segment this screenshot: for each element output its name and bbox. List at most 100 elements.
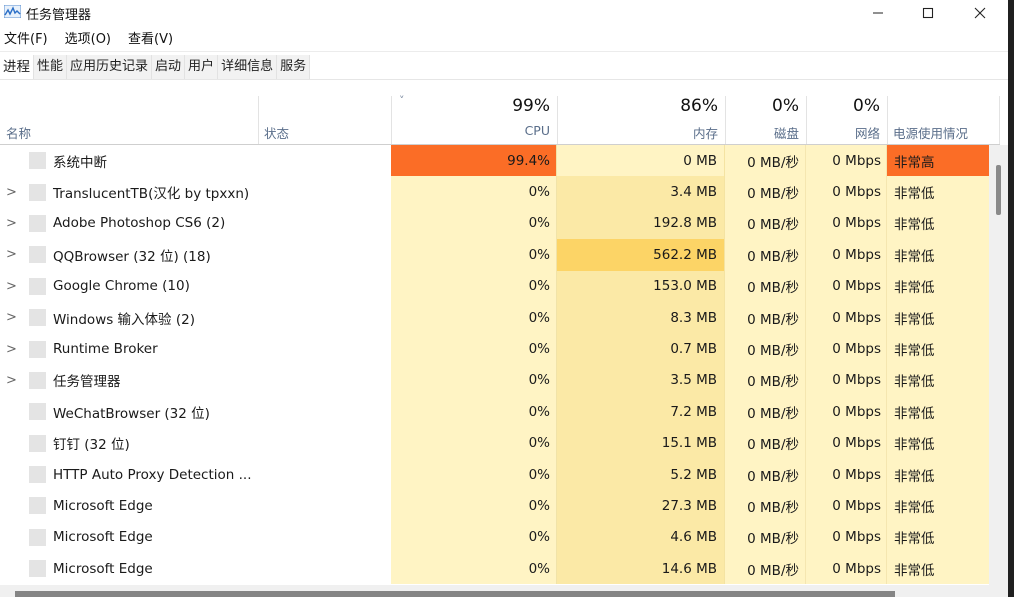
- column-divider[interactable]: [999, 96, 1000, 144]
- tab-app-history[interactable]: 应用历史记录: [67, 55, 153, 79]
- process-row[interactable]: > Google Chrome (10) 0% 153.0 MB 0 MB/秒 0 Mbp…: [0, 270, 989, 302]
- process-row[interactable]: Microsoft Edge 0% 14.6 MB 0 MB/秒 0 Mbps 非常低: [0, 553, 989, 585]
- process-row[interactable]: 系统中断 99.4% 0 MB 0 MB/秒 0 Mbps 非常高: [0, 145, 989, 177]
- process-name: 钉钉 (32 位): [53, 437, 130, 454]
- process-row[interactable]: > QQBrowser (32 位) (18) 0% 562.2 MB 0 MB/秒 0 …: [0, 239, 989, 271]
- process-status-cell: [258, 208, 391, 239]
- process-memory: 562.2 MB: [557, 239, 725, 271]
- process-network: 0 Mbps: [806, 270, 887, 302]
- process-icon: [29, 277, 46, 295]
- process-name-cell: Microsoft Edge: [0, 490, 258, 521]
- process-row[interactable]: > 任务管理器 0% 3.5 MB 0 MB/秒 0 Mbps 非常低: [0, 364, 989, 397]
- process-row[interactable]: > Adobe Photoshop CS6 (2) 0% 192.8 MB 0 MB/秒…: [0, 207, 989, 240]
- expand-chevron-icon[interactable]: >: [6, 247, 17, 262]
- process-row[interactable]: HTTP Auto Proxy Detection ... 0% 5.2 MB 0 M…: [0, 458, 989, 491]
- process-name-cell: > TranslucentTB(汉化 by tpxxn): [0, 176, 258, 207]
- process-cpu: 0%: [391, 458, 557, 491]
- process-row[interactable]: > Runtime Broker 0% 0.7 MB 0 MB/秒 0 Mbps 非常低: [0, 333, 989, 365]
- menu-view[interactable]: 查看(V): [124, 30, 177, 50]
- process-cpu: 0%: [391, 427, 557, 459]
- memory-total: 86%: [680, 96, 718, 116]
- expand-chevron-icon[interactable]: >: [6, 342, 17, 357]
- column-header-cpu[interactable]: ˅ 99% CPU: [391, 94, 557, 144]
- menu-file[interactable]: 文件(F): [0, 30, 52, 50]
- process-status-cell: [258, 145, 391, 176]
- process-row[interactable]: WeChatBrowser (32 位) 0% 7.2 MB 0 MB/秒 0 Mbps…: [0, 396, 989, 428]
- column-header-network[interactable]: 0% 网络: [806, 96, 887, 144]
- process-name: Google Chrome (10): [53, 278, 190, 295]
- close-button[interactable]: [955, 0, 1005, 26]
- vertical-scroll-thumb[interactable]: [996, 165, 1001, 215]
- process-status-cell: [258, 176, 391, 207]
- expand-chevron-icon[interactable]: >: [6, 373, 17, 388]
- horizontal-scroll-thumb[interactable]: [15, 591, 895, 597]
- process-memory: 8.3 MB: [557, 301, 725, 334]
- process-icon: [29, 246, 46, 264]
- column-header-memory[interactable]: 86% 内存: [557, 96, 725, 144]
- tab-processes[interactable]: 进程: [0, 55, 34, 79]
- column-header-name[interactable]: 名称: [0, 96, 258, 144]
- process-name: Windows 输入体验 (2): [53, 311, 195, 328]
- process-icon: [29, 403, 46, 421]
- tab-performance[interactable]: 性能: [34, 55, 68, 79]
- process-row[interactable]: > Windows 输入体验 (2) 0% 8.3 MB 0 MB/秒 0 Mbps 非常低: [0, 301, 989, 334]
- process-name-cell: > Adobe Photoshop CS6 (2): [0, 208, 258, 239]
- process-power: 非常低: [887, 364, 989, 397]
- task-manager-window: 任务管理器 文件(F) 选项(O) 查看(V) 进程 性能 应用历史记录 启动 …: [0, 0, 1008, 597]
- process-name-cell: 系统中断: [0, 145, 258, 176]
- process-power: 非常低: [887, 270, 989, 302]
- maximize-button[interactable]: [903, 0, 953, 26]
- expand-chevron-icon[interactable]: >: [6, 310, 17, 325]
- process-cpu: 0%: [391, 207, 557, 240]
- process-name: Microsoft Edge: [53, 497, 153, 514]
- process-disk: 0 MB/秒: [725, 176, 806, 208]
- window-title: 任务管理器: [26, 8, 92, 23]
- process-memory: 5.2 MB: [557, 458, 725, 491]
- process-list: 系统中断 99.4% 0 MB 0 MB/秒 0 Mbps 非常高 > Translucent…: [0, 145, 989, 585]
- process-name: QQBrowser (32 位) (18): [53, 248, 211, 265]
- process-memory: 15.1 MB: [557, 427, 725, 459]
- process-memory: 27.3 MB: [557, 490, 725, 522]
- process-status-cell: [258, 365, 391, 396]
- process-memory: 4.6 MB: [557, 521, 725, 554]
- desktop-edge: [1008, 0, 1014, 597]
- process-row[interactable]: 钉钉 (32 位) 0% 15.1 MB 0 MB/秒 0 Mbps 非常低: [0, 427, 989, 459]
- tab-startup[interactable]: 启动: [152, 55, 186, 79]
- process-power: 非常低: [887, 301, 989, 334]
- process-status-cell: [258, 396, 391, 427]
- process-name-cell: WeChatBrowser (32 位): [0, 396, 258, 427]
- process-power: 非常低: [887, 333, 989, 365]
- column-header-disk[interactable]: 0% 磁盘: [725, 96, 806, 144]
- process-power: 非常低: [887, 427, 989, 459]
- vertical-scrollbar[interactable]: [989, 145, 1008, 585]
- expand-chevron-icon[interactable]: >: [6, 185, 17, 200]
- process-memory: 0.7 MB: [557, 333, 725, 365]
- process-name: HTTP Auto Proxy Detection ...: [53, 466, 252, 483]
- tab-details[interactable]: 详细信息: [218, 55, 278, 79]
- minimize-button[interactable]: [853, 0, 903, 26]
- process-name-cell: > Runtime Broker: [0, 333, 258, 364]
- process-status-cell: [258, 302, 391, 333]
- process-network: 0 Mbps: [806, 458, 887, 491]
- process-name: Microsoft Edge: [53, 529, 153, 546]
- title-bar[interactable]: 任务管理器: [0, 0, 1008, 26]
- menu-divider: [0, 51, 1008, 52]
- process-cpu: 0%: [391, 553, 557, 585]
- process-icon: [29, 528, 46, 546]
- process-name-cell: HTTP Auto Proxy Detection ...: [0, 459, 258, 490]
- menu-options[interactable]: 选项(O): [61, 30, 115, 50]
- process-cpu: 0%: [391, 270, 557, 302]
- process-row[interactable]: Microsoft Edge 0% 27.3 MB 0 MB/秒 0 Mbps 非常低: [0, 490, 989, 522]
- tab-users[interactable]: 用户: [185, 55, 219, 79]
- expand-chevron-icon[interactable]: >: [6, 216, 17, 231]
- process-row[interactable]: Microsoft Edge 0% 4.6 MB 0 MB/秒 0 Mbps 非常低: [0, 521, 989, 554]
- horizontal-scrollbar[interactable]: [0, 585, 1008, 597]
- tab-divider: [0, 79, 1008, 80]
- expand-chevron-icon[interactable]: >: [6, 279, 17, 294]
- column-header-power[interactable]: 电源使用情况: [887, 96, 999, 144]
- tab-services[interactable]: 服务: [277, 55, 311, 79]
- close-icon: [974, 7, 986, 19]
- process-row[interactable]: > TranslucentTB(汉化 by tpxxn) 0% 3.4 MB 0 MB/…: [0, 176, 989, 208]
- process-disk: 0 MB/秒: [725, 521, 806, 554]
- column-header-status[interactable]: 状态: [258, 96, 391, 144]
